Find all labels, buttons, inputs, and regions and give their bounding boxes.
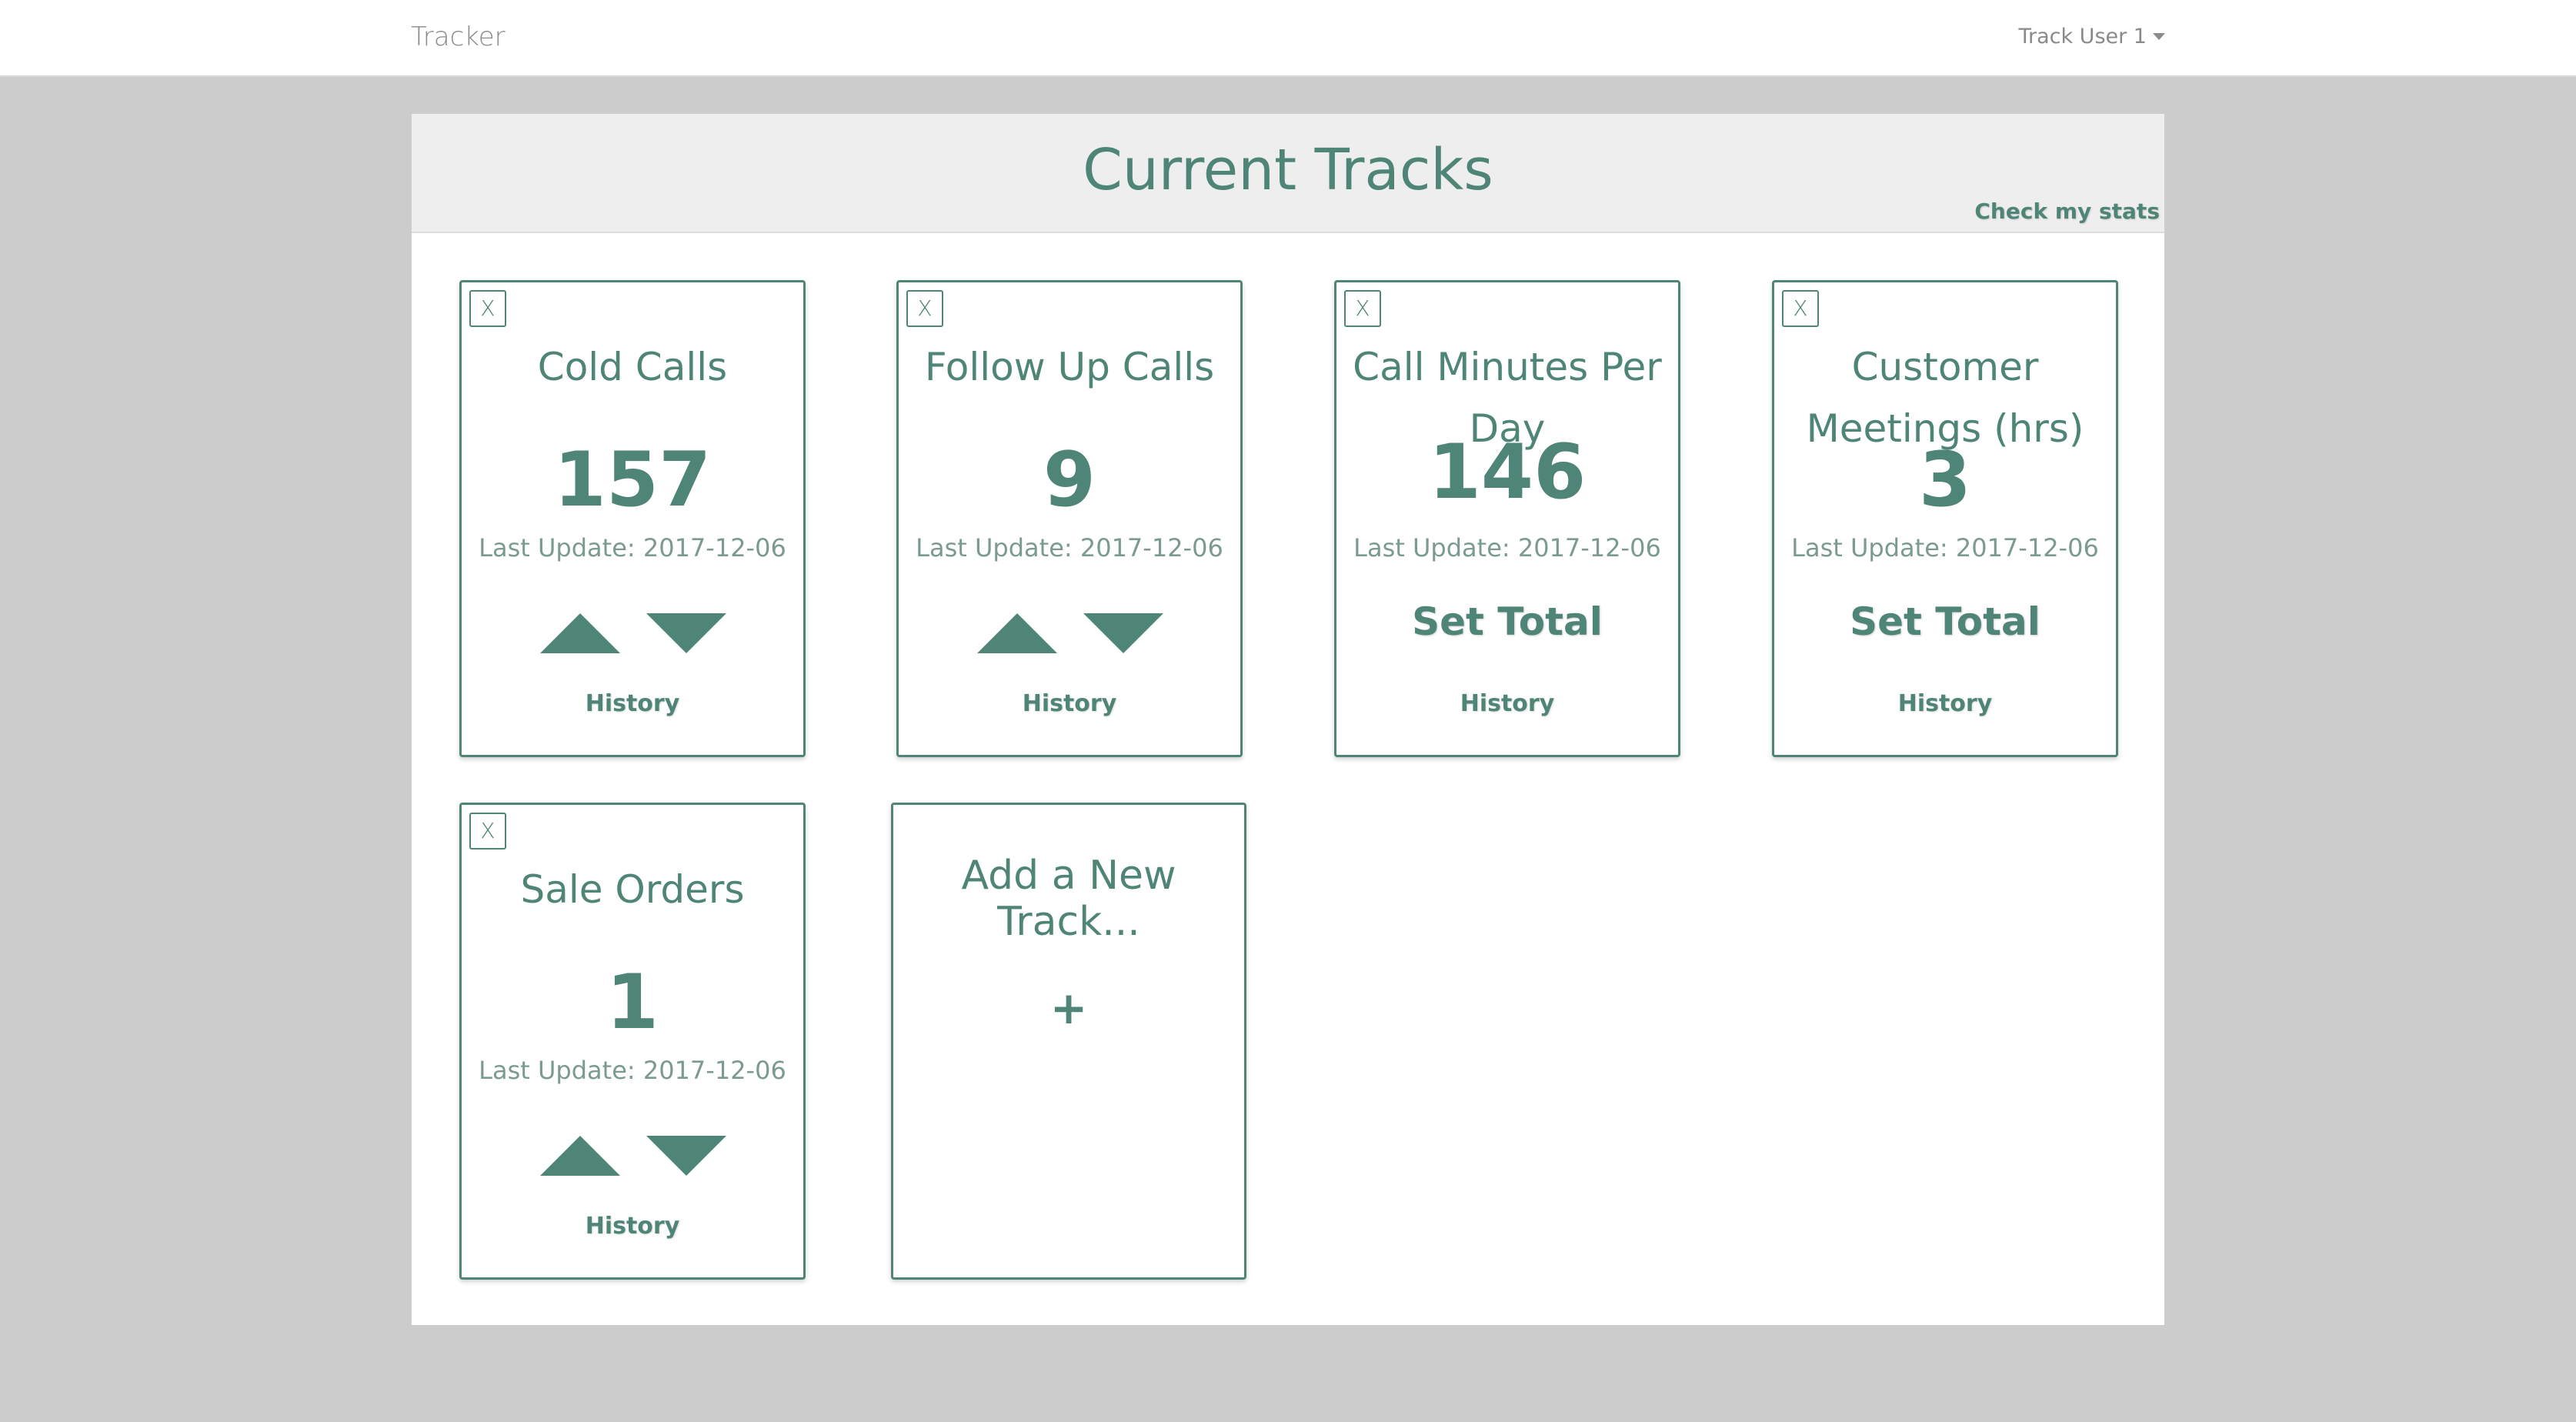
track-title: Cold Calls bbox=[537, 345, 728, 389]
track-card-customer-meetings: X Customer Meetings (hrs) 3 Last Update:… bbox=[1772, 280, 2118, 757]
increment-up-icon[interactable] bbox=[540, 613, 620, 653]
track-card-call-minutes: X Call Minutes Per Day 146 Last Update: … bbox=[1334, 280, 1680, 757]
track-value: 157 bbox=[553, 436, 712, 524]
track-title: Follow Up Calls bbox=[924, 345, 1215, 389]
set-total-button[interactable]: Set Total bbox=[1336, 599, 1678, 644]
caret-down-icon bbox=[2153, 33, 2165, 40]
track-value: 146 bbox=[1428, 429, 1587, 516]
last-update-text: Last Update: 2017-12-06 bbox=[916, 533, 1223, 562]
check-stats-link[interactable]: Check my stats bbox=[1974, 199, 2160, 224]
close-icon[interactable]: X bbox=[906, 290, 943, 327]
history-link[interactable]: History bbox=[899, 690, 1240, 717]
track-value: 3 bbox=[1918, 436, 1972, 524]
history-link[interactable]: History bbox=[462, 690, 803, 717]
history-link[interactable]: History bbox=[462, 1213, 803, 1240]
track-value: 1 bbox=[606, 959, 659, 1046]
increment-controls bbox=[462, 1136, 803, 1182]
close-icon[interactable]: X bbox=[1344, 290, 1381, 327]
close-icon[interactable]: X bbox=[469, 813, 506, 850]
decrement-down-icon[interactable] bbox=[646, 1136, 726, 1176]
track-card-cold-calls: X Cold Calls 157 Last Update: 2017-12-06… bbox=[459, 280, 806, 757]
last-update-text: Last Update: 2017-12-06 bbox=[1353, 533, 1661, 562]
panel-header: Current Tracks Check my stats bbox=[412, 114, 2164, 233]
close-icon[interactable]: X bbox=[1782, 290, 1819, 327]
last-update-text: Last Update: 2017-12-06 bbox=[479, 1056, 786, 1085]
increment-up-icon[interactable] bbox=[540, 1136, 620, 1176]
plus-icon[interactable]: + bbox=[893, 982, 1244, 1034]
navbar: Tracker Track User 1 bbox=[0, 0, 2576, 77]
decrement-down-icon[interactable] bbox=[646, 613, 726, 653]
last-update-text: Last Update: 2017-12-06 bbox=[1791, 533, 2099, 562]
track-card-follow-up-calls: X Follow Up Calls 9 Last Update: 2017-12… bbox=[896, 280, 1243, 757]
track-value: 9 bbox=[1043, 436, 1096, 524]
brand-logo[interactable]: Tracker bbox=[411, 22, 506, 52]
close-icon[interactable]: X bbox=[469, 290, 506, 327]
decrement-down-icon[interactable] bbox=[1083, 613, 1163, 653]
last-update-text: Last Update: 2017-12-06 bbox=[479, 533, 786, 562]
history-link[interactable]: History bbox=[1774, 690, 2116, 717]
user-menu-label: Track User 1 bbox=[2018, 25, 2147, 48]
user-menu-dropdown[interactable]: Track User 1 bbox=[2018, 25, 2165, 48]
tracks-panel: Current Tracks Check my stats X Cold Cal… bbox=[412, 114, 2164, 1325]
page-title: Current Tracks bbox=[1083, 137, 1493, 203]
history-link[interactable]: History bbox=[1336, 690, 1678, 717]
increment-controls bbox=[899, 613, 1240, 659]
set-total-button[interactable]: Set Total bbox=[1774, 599, 2116, 644]
track-card-sale-orders: X Sale Orders 1 Last Update: 2017-12-06 … bbox=[459, 803, 806, 1280]
track-title: Sale Orders bbox=[520, 867, 745, 912]
add-track-card[interactable]: Add a New Track... + bbox=[891, 803, 1246, 1280]
add-track-title: Add a New Track... bbox=[961, 853, 1176, 945]
increment-up-icon[interactable] bbox=[977, 613, 1057, 653]
increment-controls bbox=[462, 613, 803, 659]
